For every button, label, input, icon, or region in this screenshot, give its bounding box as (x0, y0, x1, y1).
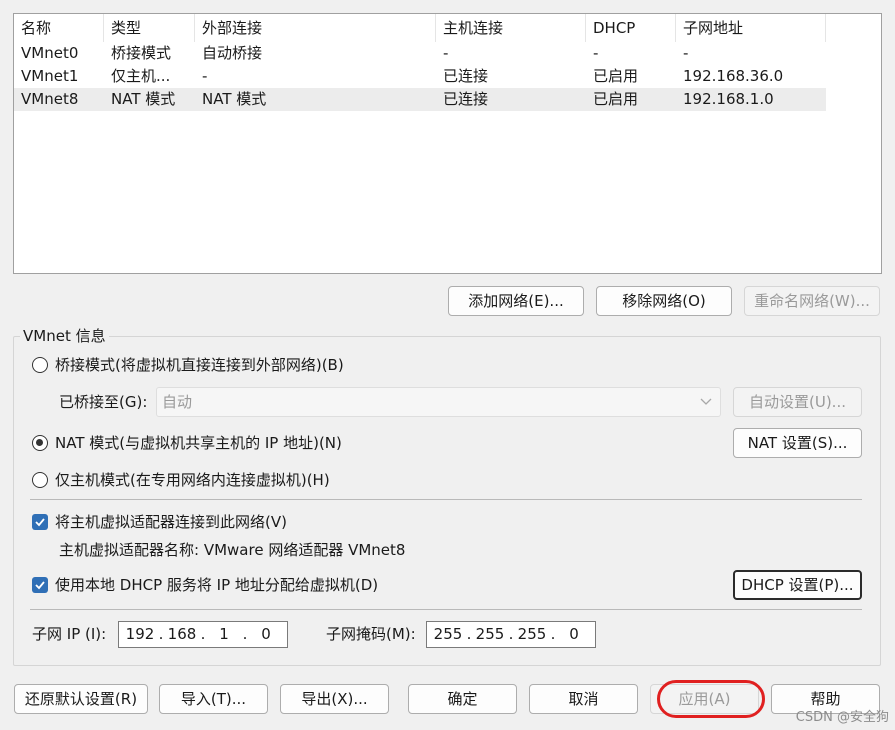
octet-separator: . (466, 625, 472, 643)
subnet-ip-input[interactable]: 192 . 168 . 1 . 0 (118, 621, 288, 648)
cell-name: VMnet8 (21, 90, 79, 108)
table-row-vmnet1[interactable]: VMnet1 仅主机... - 已连接 已启用 192.168.36.0 (14, 65, 826, 88)
bridged-mode-label[interactable]: 桥接模式(将虚拟机直接连接到外部网络)(B) (55, 354, 344, 376)
vmnet-info-group (13, 336, 881, 666)
subnet-mask-octet-1: 255 (433, 625, 463, 643)
cell-host: - (443, 44, 449, 62)
cell-dhcp: 已启用 (593, 67, 639, 85)
vmnet-info-title: VMnet 信息 (20, 326, 109, 346)
cell-type: NAT 模式 (111, 90, 176, 108)
cell-dhcp: - (593, 44, 599, 62)
highlight-circle (657, 680, 765, 718)
divider (30, 609, 862, 610)
cell-name: VMnet1 (21, 67, 79, 85)
divider (30, 499, 862, 500)
table-row-vmnet0[interactable]: VMnet0 桥接模式 自动桥接 - - - (14, 42, 826, 65)
cell-external: NAT 模式 (202, 90, 267, 108)
column-header-name[interactable]: 名称 (14, 14, 104, 42)
subnet-mask-octet-4: 0 (569, 625, 579, 643)
dhcp-checkbox[interactable] (32, 577, 48, 593)
dhcp-label[interactable]: 使用本地 DHCP 服务将 IP 地址分配给虚拟机(D) (55, 574, 378, 596)
checkmark-icon (35, 581, 45, 590)
checkmark-icon (35, 518, 45, 527)
cell-dhcp: 已启用 (593, 90, 639, 108)
cell-type: 桥接模式 (111, 44, 172, 62)
bridged-to-select[interactable]: 自动 (156, 387, 721, 417)
column-header-host[interactable]: 主机连接 (436, 14, 586, 42)
adapter-name-text: 主机虚拟适配器名称: VMware 网络适配器 VMnet8 (59, 541, 406, 559)
cell-external: - (202, 67, 208, 85)
column-header-type[interactable]: 类型 (104, 14, 195, 42)
auto-settings-button[interactable]: 自动设置(U)... (733, 387, 862, 417)
octet-separator: . (158, 625, 164, 643)
bridged-mode-radio[interactable] (32, 357, 48, 373)
import-button[interactable]: 导入(T)... (159, 684, 268, 714)
rename-network-button[interactable]: 重命名网络(W)... (744, 286, 880, 316)
subnet-ip-octet-3: 1 (219, 625, 229, 643)
table-header: 名称 类型 外部连接 主机连接 DHCP 子网地址 (14, 14, 826, 42)
connect-adapter-label[interactable]: 将主机虚拟适配器连接到此网络(V) (55, 511, 287, 533)
export-button[interactable]: 导出(X)... (280, 684, 389, 714)
cell-subnet: - (683, 44, 689, 62)
subnet-mask-label: 子网掩码(M): (326, 625, 416, 643)
network-table[interactable]: 名称 类型 外部连接 主机连接 DHCP 子网地址 VMnet0 桥接模式 自动… (13, 13, 882, 274)
add-network-button[interactable]: 添加网络(E)... (448, 286, 584, 316)
host-only-mode-label[interactable]: 仅主机模式(在专用网络内连接虚拟机)(H) (55, 469, 330, 491)
chevron-down-icon (700, 388, 712, 425)
octet-separator: . (550, 625, 556, 643)
column-header-external[interactable]: 外部连接 (195, 14, 436, 42)
subnet-ip-octet-2: 168 (167, 625, 197, 643)
cell-external: 自动桥接 (202, 44, 263, 62)
subnet-mask-octet-3: 255 (517, 625, 547, 643)
table-row-vmnet8[interactable]: VMnet8 NAT 模式 NAT 模式 已连接 已启用 192.168.1.0 (14, 88, 826, 111)
bridged-to-label: 已桥接至(G): (59, 393, 148, 411)
cell-subnet: 192.168.1.0 (683, 90, 774, 108)
nat-mode-radio[interactable] (32, 435, 48, 451)
cell-host: 已连接 (443, 90, 489, 108)
octet-separator: . (242, 625, 248, 643)
connect-adapter-checkbox[interactable] (32, 514, 48, 530)
subnet-mask-input[interactable]: 255 . 255 . 255 . 0 (426, 621, 596, 648)
subnet-ip-octet-4: 0 (261, 625, 271, 643)
cell-host: 已连接 (443, 67, 489, 85)
watermark: CSDN @安全狗 (795, 710, 889, 725)
remove-network-button[interactable]: 移除网络(O) (596, 286, 732, 316)
octet-separator: . (508, 625, 514, 643)
cancel-button[interactable]: 取消 (529, 684, 638, 714)
cell-type: 仅主机... (111, 67, 171, 85)
cell-name: VMnet0 (21, 44, 79, 62)
nat-settings-button[interactable]: NAT 设置(S)... (733, 428, 862, 458)
subnet-ip-octet-1: 192 (125, 625, 155, 643)
subnet-ip-label: 子网 IP (I): (32, 625, 107, 643)
bridged-to-value: 自动 (162, 393, 193, 411)
column-header-dhcp[interactable]: DHCP (586, 14, 676, 42)
dhcp-settings-button[interactable]: DHCP 设置(P)... (733, 570, 862, 600)
host-only-mode-radio[interactable] (32, 472, 48, 488)
restore-defaults-button[interactable]: 还原默认设置(R) (14, 684, 148, 714)
column-header-subnet[interactable]: 子网地址 (676, 14, 826, 42)
nat-mode-label[interactable]: NAT 模式(与虚拟机共享主机的 IP 地址)(N) (55, 432, 342, 454)
ok-button[interactable]: 确定 (408, 684, 517, 714)
cell-subnet: 192.168.36.0 (683, 67, 784, 85)
subnet-mask-octet-2: 255 (475, 625, 505, 643)
octet-separator: . (200, 625, 206, 643)
